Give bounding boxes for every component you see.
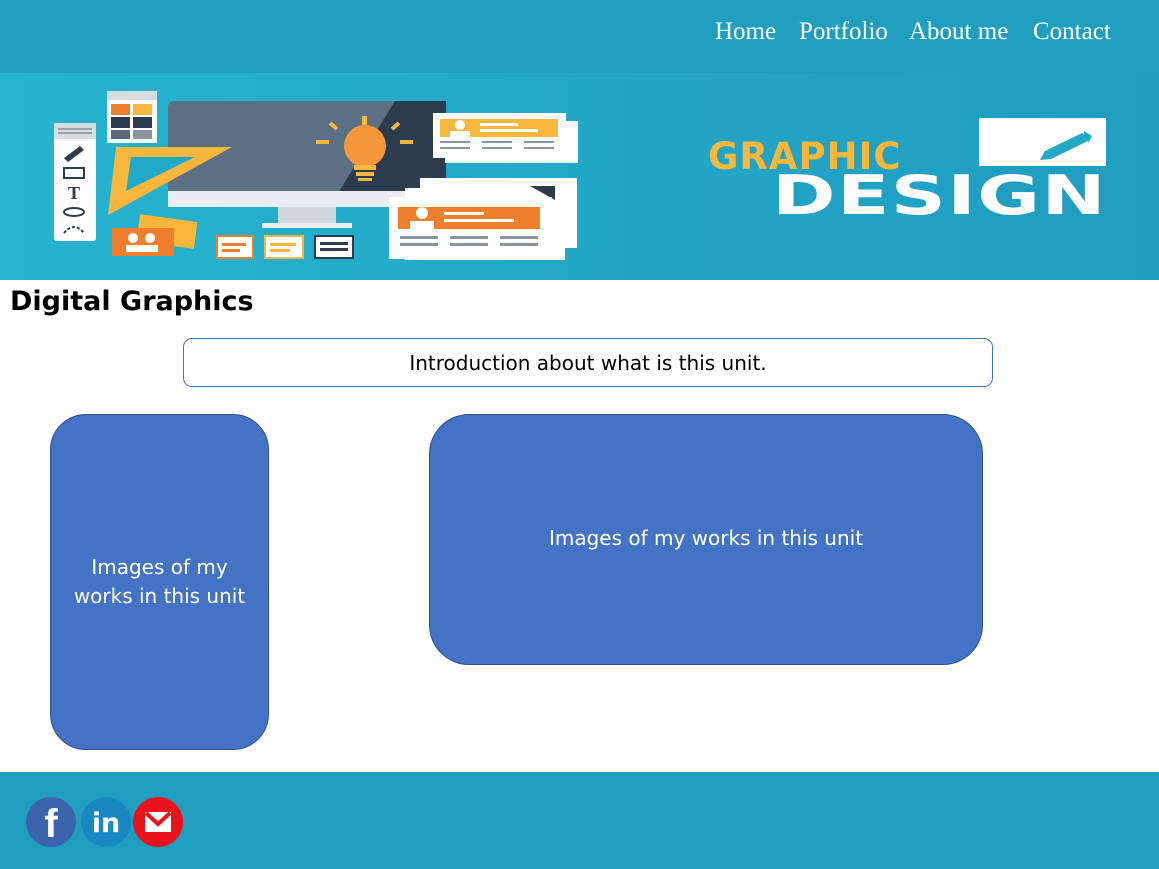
tool-palette-icon: T — [54, 123, 96, 241]
color-palette-icon — [107, 91, 157, 143]
facebook-link[interactable]: f — [25, 796, 77, 848]
graphic-design-logo: GRAPHIC DESIGN — [708, 118, 1107, 227]
nav-home-link[interactable]: Home — [715, 18, 776, 46]
photo-cards-icon — [112, 214, 198, 256]
nav-contact-link[interactable]: Contact — [1033, 18, 1111, 46]
footer: f in — [0, 772, 1159, 869]
svg-text:f: f — [44, 802, 58, 846]
stacked-pages-icon — [389, 178, 577, 260]
profile-card-icon — [433, 113, 578, 163]
banner-illustration: T GRAPHIC DESIGN — [54, 91, 1107, 260]
email-icon — [133, 797, 183, 847]
svg-text:T: T — [68, 183, 80, 203]
hero-banner: T GRAPHIC DESIGN — [0, 73, 1159, 280]
linkedin-link[interactable]: in — [80, 796, 132, 848]
top-navbar: Home Portfolio About me Contact — [0, 0, 1159, 73]
email-link[interactable] — [132, 796, 184, 848]
work-card-label: Images of my works in this unit — [548, 526, 864, 550]
page-title: Digital Graphics — [10, 286, 254, 317]
logo-line2: DESIGN — [772, 164, 1107, 227]
work-image-card-small: Images of my works in this unit — [50, 414, 269, 750]
facebook-icon: f — [26, 797, 76, 847]
nav-about-link[interactable]: About me — [909, 18, 1008, 46]
intro-text: Introduction about what is this unit. — [409, 350, 767, 375]
work-image-card-large: Images of my works in this unit — [429, 414, 983, 665]
nav-portfolio-link[interactable]: Portfolio — [799, 18, 888, 46]
document-icons — [216, 235, 354, 259]
linkedin-icon: in — [81, 797, 131, 847]
svg-text:in: in — [92, 808, 120, 839]
intro-box: Introduction about what is this unit. — [183, 338, 993, 387]
work-card-label: Images of my works in this unit — [73, 555, 246, 608]
